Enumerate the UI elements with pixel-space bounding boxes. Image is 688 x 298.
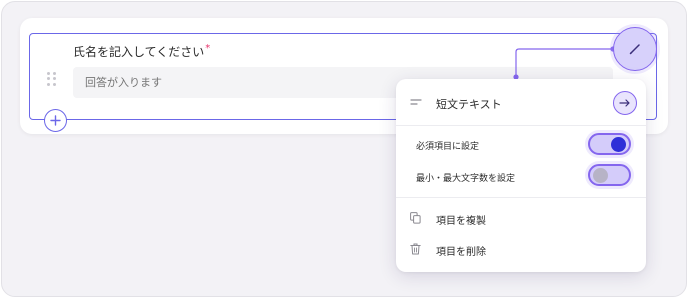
trash-icon [410,243,421,255]
question-type-row[interactable]: 短文テキスト [396,79,646,125]
delete-label: 項目を削除 [436,247,486,258]
arrow-right-icon [619,99,630,107]
question-label: 氏名を記入してください [73,45,205,59]
change-type-button[interactable] [613,91,637,115]
duplicate-question-item[interactable]: 項目を複製 [396,204,646,234]
pencil-icon [629,44,640,55]
delete-question-item[interactable]: 項目を削除 [396,235,646,265]
short-text-icon [410,99,422,105]
divider [396,197,646,198]
required-toggle[interactable] [588,133,631,155]
divider [396,125,646,126]
drag-handle-icon[interactable] [47,72,57,86]
toggle-knob [593,168,608,183]
char-limit-setting-label: 最小・最大文字数を設定 [416,174,516,184]
required-setting-label: 必須項目に設定 [416,142,480,152]
char-limit-toggle[interactable] [588,164,631,186]
required-marker: * [205,43,211,54]
question-type-label: 短文テキスト [436,98,502,111]
question-title[interactable]: 氏名を記入してください* [73,43,210,60]
add-question-button[interactable] [44,109,67,132]
edit-button[interactable] [613,27,657,71]
toggle-knob [611,137,626,152]
duplicate-icon [410,212,421,224]
plus-icon [50,115,61,126]
question-settings-panel: 短文テキスト 必須項目に設定 最小・最大文字数を設定 項目を複製 項目を削除 [396,79,646,272]
duplicate-label: 項目を複製 [436,216,486,227]
